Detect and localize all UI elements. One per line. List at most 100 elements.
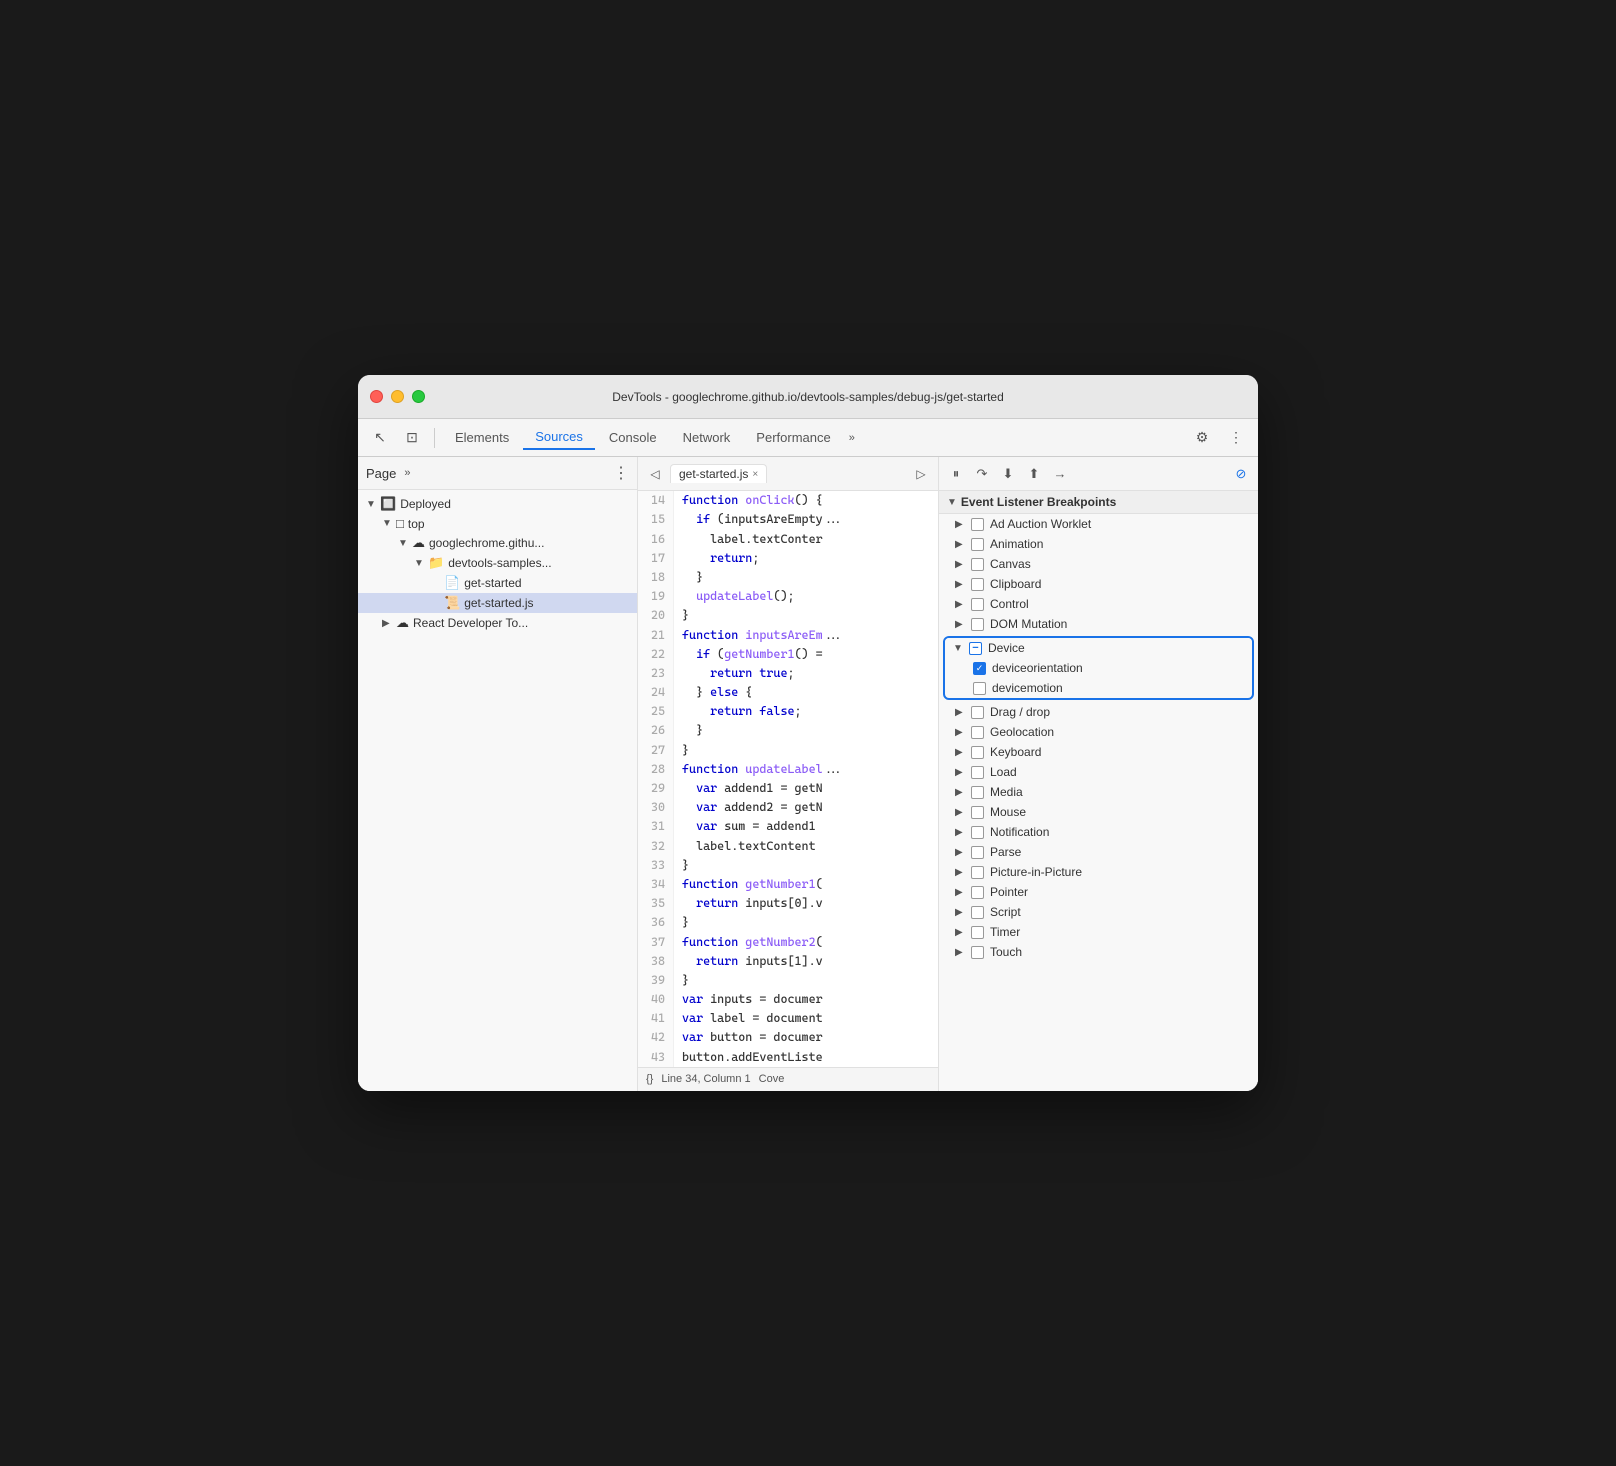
bp-item-keyboard[interactable]: ▶ Keyboard — [939, 742, 1258, 762]
bp-checkbox-mouse[interactable] — [971, 806, 984, 819]
bp-item-script[interactable]: ▶ Script — [939, 902, 1258, 922]
bp-checkbox-deviceorientation[interactable] — [973, 662, 986, 675]
tab-network[interactable]: Network — [671, 426, 743, 449]
code-tab-label: get-started.js — [679, 467, 748, 481]
bp-checkbox-keyboard[interactable] — [971, 746, 984, 759]
tree-item-get-started[interactable]: 📄 get-started — [358, 573, 637, 593]
line-column-indicator: Line 34, Column 1 — [661, 1073, 750, 1085]
code-line-15: 15 if (inputsAreEmpty... — [638, 510, 938, 529]
title-bar: DevTools - googlechrome.github.io/devtoo… — [358, 375, 1258, 419]
bp-item-pointer[interactable]: ▶ Pointer — [939, 882, 1258, 902]
step-over-button[interactable]: ↷ — [971, 463, 993, 485]
bp-item-ad-auction[interactable]: ▶ Ad Auction Worklet — [939, 514, 1258, 534]
bp-checkbox-ad-auction[interactable] — [971, 518, 984, 531]
code-line-28: 28function updateLabel... — [638, 760, 938, 779]
bp-item-parse[interactable]: ▶ Parse — [939, 842, 1258, 862]
bp-item-deviceorientation[interactable]: deviceorientation — [945, 658, 1252, 678]
bp-item-drag-drop[interactable]: ▶ Drag / drop — [939, 702, 1258, 722]
device-toggle-icon[interactable]: ⊡ — [398, 424, 426, 452]
bp-checkbox-device[interactable] — [969, 642, 982, 655]
bp-checkbox-media[interactable] — [971, 786, 984, 799]
bp-checkbox-script[interactable] — [971, 906, 984, 919]
code-line-30: 30 var addend2 = getN — [638, 798, 938, 817]
bp-checkbox-notification[interactable] — [971, 826, 984, 839]
code-line-14: 14function onClick() { — [638, 491, 938, 510]
bp-checkbox-geolocation[interactable] — [971, 726, 984, 739]
maximize-button[interactable] — [412, 390, 425, 403]
code-header: ◁ get-started.js × ▷ — [638, 457, 938, 491]
bp-checkbox-animation[interactable] — [971, 538, 984, 551]
cloud-icon-2: ☁ — [396, 615, 409, 631]
tab-console[interactable]: Console — [597, 426, 669, 449]
bp-item-devicemotion[interactable]: devicemotion — [945, 678, 1252, 698]
bp-item-media[interactable]: ▶ Media — [939, 782, 1258, 802]
bp-item-geolocation[interactable]: ▶ Geolocation — [939, 722, 1258, 742]
code-line-19: 19 updateLabel(); — [638, 587, 938, 606]
bp-item-control[interactable]: ▶ Control — [939, 594, 1258, 614]
more-options-icon[interactable]: ⋮ — [1222, 424, 1250, 452]
settings-icon[interactable]: ⚙ — [1188, 424, 1216, 452]
code-body[interactable]: 14function onClick() { 15 if (inputsAreE… — [638, 491, 938, 1067]
bp-checkbox-control[interactable] — [971, 598, 984, 611]
tab-elements[interactable]: Elements — [443, 426, 521, 449]
tree-arrow-react: ▶ — [382, 618, 392, 629]
bp-item-dom-mutation[interactable]: ▶ DOM Mutation — [939, 614, 1258, 634]
tree-item-top[interactable]: ▼ □ top — [358, 514, 637, 533]
tab-sources[interactable]: Sources — [523, 425, 595, 450]
bp-checkbox-canvas[interactable] — [971, 558, 984, 571]
code-status-bar: {} Line 34, Column 1 Cove — [638, 1067, 938, 1091]
bp-checkbox-devicemotion[interactable] — [973, 682, 986, 695]
bp-checkbox-pointer[interactable] — [971, 886, 984, 899]
bp-item-notification[interactable]: ▶ Notification — [939, 822, 1258, 842]
minimize-button[interactable] — [391, 390, 404, 403]
sidebar-options-button[interactable]: ⋮ — [613, 463, 629, 483]
main-toolbar: ↖ ⊡ Elements Sources Console Network Per… — [358, 419, 1258, 457]
bp-item-mouse[interactable]: ▶ Mouse — [939, 802, 1258, 822]
bp-item-device-header[interactable]: ▼ Device — [945, 638, 1252, 658]
pause-resume-button[interactable]: ⏸ — [945, 463, 967, 485]
prev-file-button[interactable]: ◁ — [644, 463, 666, 485]
tree-item-googlechrome[interactable]: ▼ ☁ googlechrome.githu... — [358, 533, 637, 553]
bp-checkbox-timer[interactable] — [971, 926, 984, 939]
bp-item-animation[interactable]: ▶ Animation — [939, 534, 1258, 554]
bp-checkbox-dom-mutation[interactable] — [971, 618, 984, 631]
tree-item-react[interactable]: ▶ ☁ React Developer To... — [358, 613, 637, 633]
code-line-40: 40var inputs = documer — [638, 990, 938, 1009]
bp-item-device-section: ▼ Device deviceorientation devicemotion — [943, 636, 1254, 700]
sidebar: Page » ⋮ ▼ 🔲 Deployed ▼ □ top — [358, 457, 638, 1091]
tree-item-get-started-js[interactable]: 📜 get-started.js — [358, 593, 637, 613]
event-listener-breakpoints-header[interactable]: ▼ Event Listener Breakpoints — [939, 491, 1258, 514]
bp-checkbox-pip[interactable] — [971, 866, 984, 879]
close-button[interactable] — [370, 390, 383, 403]
bp-checkbox-load[interactable] — [971, 766, 984, 779]
next-file-button[interactable]: ▷ — [910, 463, 932, 485]
bp-item-touch[interactable]: ▶ Touch — [939, 942, 1258, 962]
bp-checkbox-clipboard[interactable] — [971, 578, 984, 591]
js-file-icon: 📜 — [444, 595, 460, 611]
tree-item-deployed[interactable]: ▼ 🔲 Deployed — [358, 494, 637, 514]
format-button[interactable]: {} — [646, 1073, 653, 1085]
bp-item-clipboard[interactable]: ▶ Clipboard — [939, 574, 1258, 594]
cursor-icon[interactable]: ↖ — [366, 424, 394, 452]
tab-performance[interactable]: Performance — [744, 426, 842, 449]
bp-checkbox-touch[interactable] — [971, 946, 984, 959]
code-tab-close-button[interactable]: × — [752, 469, 758, 480]
tree-item-devtools-samples[interactable]: ▼ 📁 devtools-samples... — [358, 553, 637, 573]
bp-checkbox-parse[interactable] — [971, 846, 984, 859]
more-tabs-button[interactable]: » — [845, 430, 859, 446]
sidebar-more-button[interactable]: » — [404, 467, 410, 479]
deactivate-breakpoints-button[interactable]: ⊘ — [1230, 463, 1252, 485]
code-line-35: 35 return inputs[0].v — [638, 894, 938, 913]
tree-label-gsjs: get-started.js — [464, 596, 533, 610]
code-line-31: 31 var sum = addend1 — [638, 817, 938, 836]
bp-item-canvas[interactable]: ▶ Canvas — [939, 554, 1258, 574]
sidebar-title: Page — [366, 466, 396, 481]
code-tab-active[interactable]: get-started.js × — [670, 464, 767, 483]
bp-item-timer[interactable]: ▶ Timer — [939, 922, 1258, 942]
bp-checkbox-drag-drop[interactable] — [971, 706, 984, 719]
bp-item-load[interactable]: ▶ Load — [939, 762, 1258, 782]
bp-item-pip[interactable]: ▶ Picture-in-Picture — [939, 862, 1258, 882]
step-button[interactable]: → — [1049, 463, 1071, 485]
step-out-button[interactable]: ⬆ — [1023, 463, 1045, 485]
step-into-button[interactable]: ⬇ — [997, 463, 1019, 485]
